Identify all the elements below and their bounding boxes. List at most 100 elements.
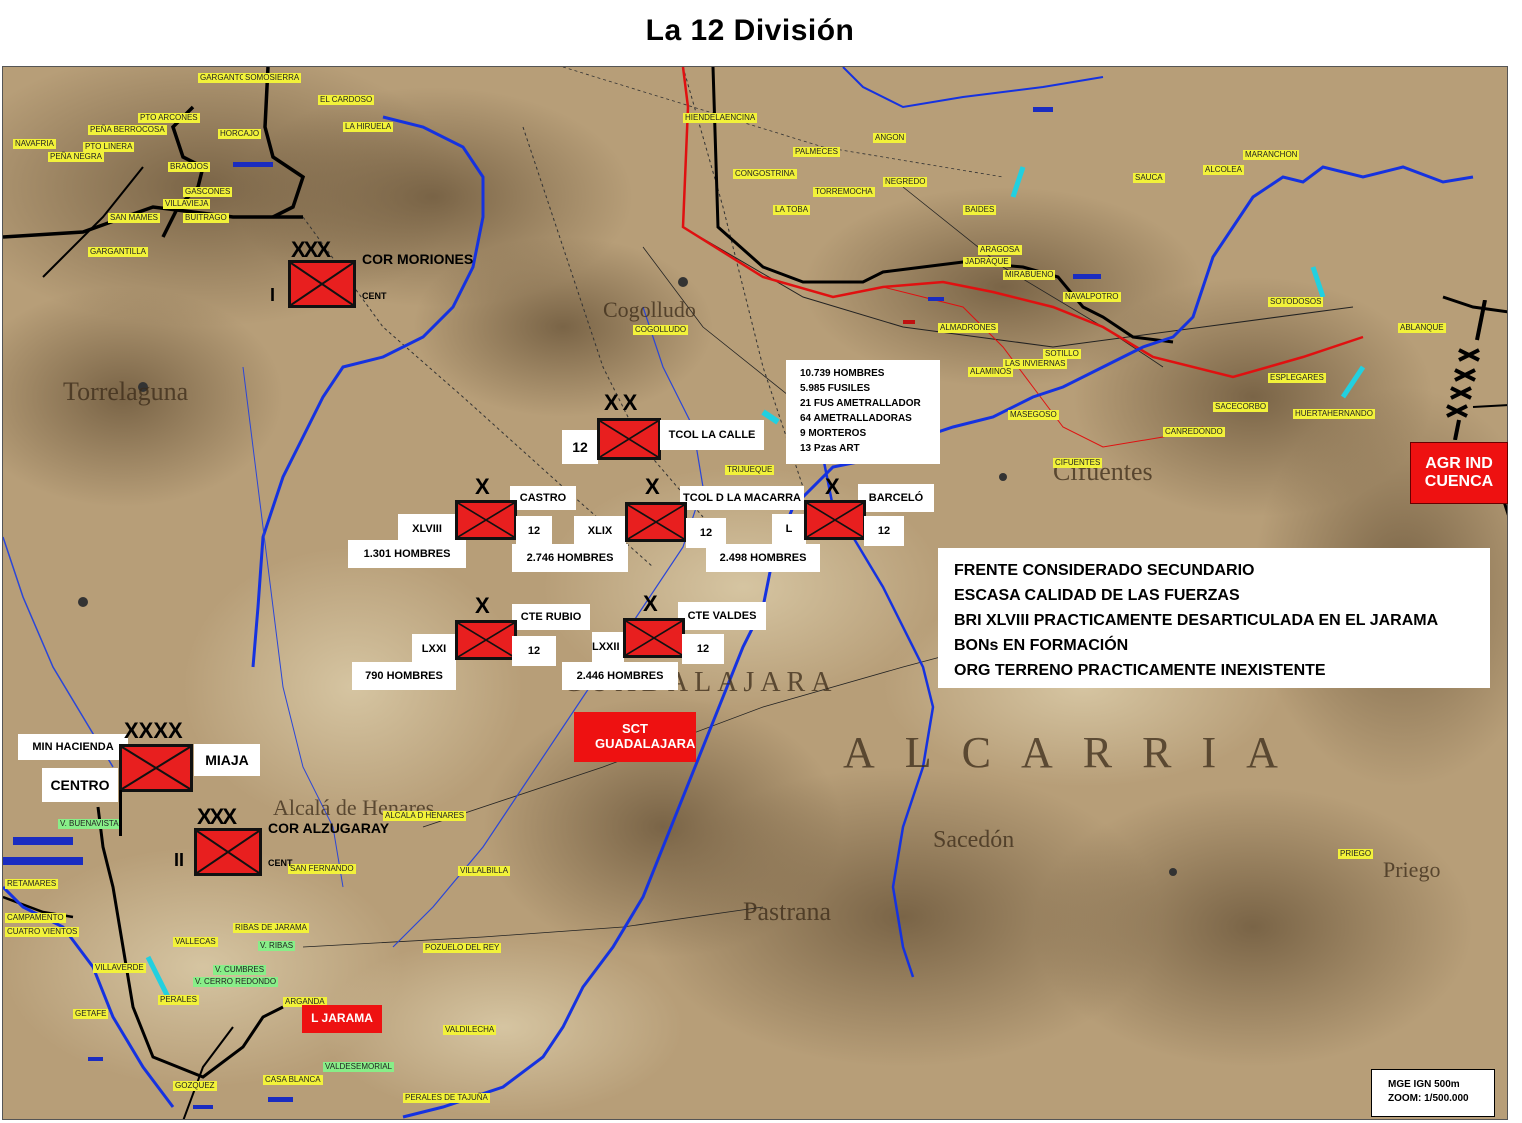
- place-label: SAN FERNANDO: [288, 864, 356, 874]
- note-line: ESCASA CALIDAD DE LAS FUERZAS: [954, 587, 1240, 604]
- brigade-lxxii-symbol[interactable]: [623, 618, 685, 658]
- place-label: ALCOLEA: [1203, 165, 1244, 175]
- place-label: MASEGOSO: [1008, 410, 1059, 420]
- sector-guadalajara-text: SCT GUADALAJARA: [595, 721, 696, 751]
- brigade-xlviii-symbol[interactable]: [455, 500, 517, 540]
- stat-line: 10.739 HOMBRES: [800, 368, 885, 379]
- place-label: BRAOJOS: [168, 162, 211, 172]
- corps-alzugaray-sub: CENT: [268, 858, 293, 868]
- place-label: SACECORBO: [1213, 402, 1269, 412]
- brigade-l-commander: BARCELÓ: [858, 484, 934, 512]
- brigade-lxxi-commander: CTE RUBIO: [512, 604, 590, 630]
- corps-moriones-symbol[interactable]: [288, 260, 356, 308]
- corps-alzugaray-number: II: [174, 850, 185, 870]
- place-label: VALLECAS: [173, 937, 218, 947]
- division-commander: TCOL LA CALLE: [660, 420, 764, 450]
- division-strength-panel: 10.739 HOMBRES 5.985 FUSILES 21 FUS AMET…: [786, 360, 940, 464]
- brigade-xlix-strength: 2.746 HOMBRES: [512, 544, 628, 572]
- sector-jarama-label: L JARAMA: [302, 1005, 382, 1033]
- army-hq-staff: [119, 790, 122, 836]
- terrain-pastrana: Pastrana: [743, 897, 832, 926]
- army-echelon-xxxx: XXXX: [124, 718, 183, 743]
- place-label: ESPLEGARES: [1268, 373, 1326, 383]
- corps-moriones-sub: CENT: [362, 291, 387, 301]
- army-top-label: MIN HACIENDA: [18, 734, 128, 760]
- map-title: La 12 División: [645, 14, 855, 47]
- place-label: MIRABUENO: [1003, 270, 1056, 280]
- map-scale-box: MGE IGN 500m ZOOM: 1/500.000: [1371, 1069, 1495, 1117]
- place-label: HUERTAHERNANDO: [1293, 409, 1375, 419]
- note-line: BRI XLVIII PRACTICAMENTE DESARTICULADA E…: [954, 612, 1439, 629]
- infantry-cross-icon: [291, 263, 353, 305]
- place-label: GETAFE: [73, 1009, 109, 1019]
- division-echelon-xx: XX: [604, 390, 642, 415]
- place-label: SAN MAMES: [108, 213, 161, 223]
- corps-alzugaray-name: COR ALZUGARAY: [268, 820, 390, 836]
- place-label: GARGANTILLA: [88, 247, 149, 257]
- brigade-l-symbol[interactable]: [804, 500, 866, 540]
- place-label: BUITRAGO: [183, 213, 229, 223]
- place-label: CASA BLANCA: [263, 1075, 323, 1085]
- place-label: PRIEGO: [1338, 849, 1374, 859]
- place-label: NAVAFRIA: [13, 139, 56, 149]
- brigade-lxxi-symbol[interactable]: [455, 620, 517, 660]
- brigade-xlix-symbol[interactable]: [625, 502, 687, 542]
- brigade-lxxi-number: LXXI: [412, 634, 456, 664]
- scale-line-1: MGE IGN 500m: [1388, 1079, 1460, 1090]
- brigade-xlviii-strength: 1.301 HOMBRES: [348, 540, 466, 568]
- stat-line: 5.985 FUSILES: [800, 383, 871, 394]
- stat-line: 13 Pzas ART: [800, 443, 860, 454]
- division-12-symbol[interactable]: [597, 418, 661, 460]
- corps-echelon-xxx: XXX: [197, 804, 237, 829]
- place-label: PEÑA BERROCOSA: [88, 125, 167, 135]
- place-label: PTO ARCONES: [138, 113, 200, 123]
- place-label: VILLALBILLA: [458, 866, 511, 876]
- brigade-xlix-commander: TCOL D LA MACARRA: [680, 486, 804, 510]
- place-label: V. RIBAS: [258, 941, 296, 951]
- place-label: ABLANQUE: [1398, 323, 1446, 333]
- place-label: RETAMARES: [5, 879, 59, 889]
- place-label: MARANCHON: [1243, 150, 1300, 160]
- corps-alzugaray-symbol[interactable]: [194, 828, 262, 876]
- place-label: V. CUMBRES: [213, 965, 267, 975]
- place-label: SOMOSIERRA: [243, 73, 302, 83]
- brigade-l-number: L: [772, 514, 806, 544]
- place-label: PERALES DE TAJUÑA: [403, 1093, 490, 1103]
- brigade-xlviii-commander: CASTRO: [510, 486, 576, 510]
- place-label: PTO LINERA: [83, 142, 135, 152]
- place-label: CONGOSTRINA: [733, 169, 797, 179]
- place-label: RIBAS DE JARAMA: [233, 923, 310, 933]
- brigade-echelon-x: X: [475, 593, 490, 618]
- cuenca-group-boundary: [1445, 299, 1505, 441]
- infantry-cross-icon: [197, 831, 259, 873]
- army-miaja-symbol[interactable]: [119, 744, 193, 792]
- infantry-cross-icon: [628, 505, 684, 539]
- place-label: TORREMOCHA: [813, 187, 875, 197]
- boundary-xxxx-icon: [1446, 299, 1487, 441]
- place-label: BAIDES: [963, 205, 997, 215]
- place-label: CUATRO VIENTOS: [5, 927, 80, 937]
- place-label: VALDILECHA: [443, 1025, 497, 1035]
- place-label: PERALES: [158, 995, 199, 1005]
- brigade-lxxii-commander: CTE VALDES: [678, 602, 766, 630]
- place-label: HIENDELAENCINA: [683, 113, 758, 123]
- place-label: V. CERRO REDONDO: [193, 977, 279, 987]
- place-label: ALAMINOS: [968, 367, 1014, 377]
- infantry-cross-icon: [458, 623, 514, 657]
- place-label: V. BUENAVISTA: [58, 819, 121, 829]
- place-label: TRIJUEQUE: [725, 465, 775, 475]
- place-label: SAUCA: [1133, 173, 1165, 183]
- place-label: COGOLLUDO: [633, 325, 689, 335]
- infantry-cross-icon: [600, 421, 658, 457]
- army-side-label: CENTRO: [42, 768, 118, 802]
- brigade-echelon-x: X: [643, 591, 658, 616]
- terrain-sacedon: Sacedón: [933, 827, 1015, 853]
- brigade-l-parent: 12: [864, 516, 904, 546]
- place-label: LA TOBA: [773, 205, 811, 215]
- brigade-lxxi-parent: 12: [512, 636, 556, 666]
- stat-line: 9 MORTEROS: [800, 428, 867, 439]
- place-label: JADRAQUE: [963, 257, 1011, 267]
- place-label: NAVALPOTRO: [1063, 292, 1121, 302]
- brigade-xlix-number: XLIX: [574, 516, 626, 546]
- corps-moriones-name: COR MORIONES: [362, 251, 474, 267]
